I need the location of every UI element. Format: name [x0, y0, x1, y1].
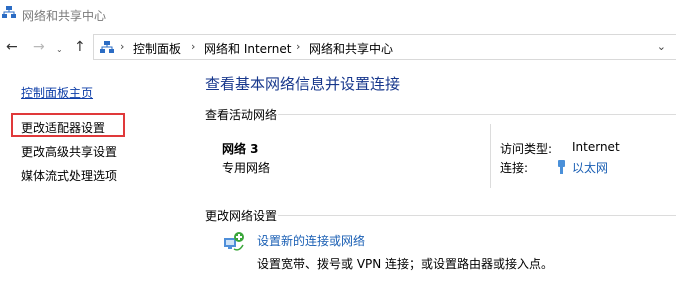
breadcrumb-separator[interactable]: ›	[296, 40, 300, 53]
page-title: 查看基本网络信息并设置连接	[205, 75, 401, 93]
window-title: 网络和共享中心	[22, 9, 107, 23]
network-type-link[interactable]: 专用网络	[222, 159, 270, 176]
connections-label: 连接:	[500, 161, 529, 175]
network-name: 网络 3	[222, 142, 259, 156]
address-dropdown-chevron-icon[interactable]: ⌄	[657, 40, 666, 53]
recent-locations-chevron-icon[interactable]: ⌄	[56, 43, 63, 57]
back-arrow-icon[interactable]: ←	[6, 40, 18, 54]
advanced-sharing-settings-link[interactable]: 更改高级共享设置	[21, 143, 117, 160]
divider	[278, 215, 676, 216]
navigation-row: ← → ⌄ ↑ › 控制面板 › 网络和 Internet › 网络和共享中心 …	[0, 34, 676, 62]
divider	[278, 114, 676, 115]
breadcrumb-network-internet[interactable]: 网络和 Internet	[204, 40, 291, 57]
network-center-icon	[2, 6, 16, 18]
title-bar: 网络和共享中心	[0, 0, 676, 30]
forward-arrow-icon[interactable]: →	[33, 40, 45, 54]
up-arrow-icon[interactable]: ↑	[74, 40, 86, 54]
ethernet-icon	[558, 160, 565, 174]
active-networks-header: 查看活动网络	[205, 108, 278, 122]
divider	[490, 124, 491, 188]
control-panel-home-link[interactable]: 控制面板主页	[21, 84, 93, 101]
ethernet-link[interactable]: 以太网	[572, 159, 608, 176]
setup-new-connection-link[interactable]: 设置新的连接或网络	[257, 232, 365, 249]
access-type-label: 访问类型:	[500, 142, 553, 156]
setup-description: 设置宽带、拨号或 VPN 连接；或设置路由器或接入点。	[257, 257, 554, 271]
breadcrumb-separator[interactable]: ›	[120, 40, 124, 53]
breadcrumb-sharing-center[interactable]: 网络和共享中心	[309, 40, 393, 57]
change-adapter-settings-link[interactable]: 更改适配器设置	[21, 119, 105, 136]
change-settings-header: 更改网络设置	[205, 209, 278, 223]
media-streaming-options-link[interactable]: 媒体流式处理选项	[21, 167, 117, 184]
new-connection-icon	[224, 232, 244, 251]
address-bar[interactable]: › 控制面板 › 网络和 Internet › 网络和共享中心 ⌄	[93, 34, 676, 60]
breadcrumb-separator[interactable]: ›	[191, 40, 195, 53]
access-type-value: Internet	[572, 140, 620, 154]
network-center-icon	[100, 41, 114, 53]
breadcrumb-control-panel[interactable]: 控制面板	[133, 40, 181, 57]
